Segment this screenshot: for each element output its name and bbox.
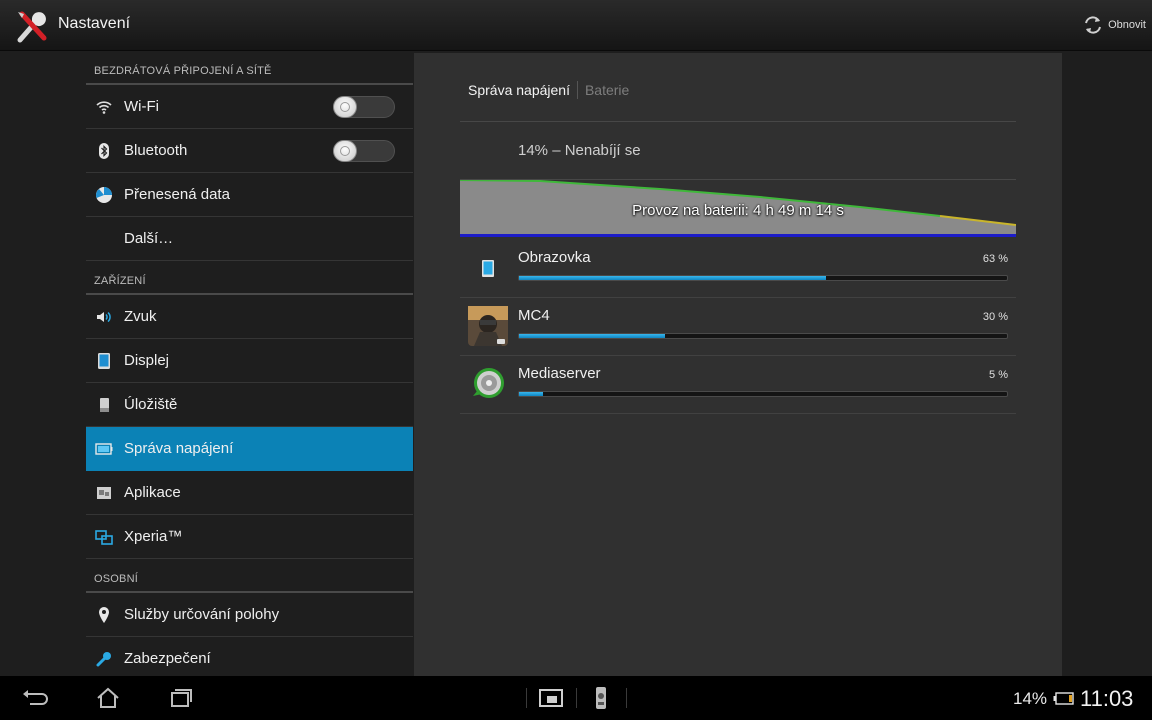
usage-bar-fill [519, 392, 544, 396]
settings-item-label: Bluetooth [124, 142, 188, 159]
section-header-personal: OSOBNÍ [86, 559, 413, 593]
home-icon [97, 687, 119, 708]
xperia-icon [95, 530, 113, 545]
settings-item-label: Správa napájení [124, 440, 234, 457]
usage-row-mc4[interactable]: MC4 30 % [460, 298, 1016, 356]
remote-control-icon [596, 687, 606, 709]
nav-divider [526, 688, 527, 708]
recent-apps-button[interactable] [160, 684, 200, 712]
settings-item-storage[interactable]: Úložiště [86, 383, 413, 427]
speaker-icon [97, 311, 111, 323]
toggle-knob [333, 140, 357, 162]
back-icon [23, 690, 48, 705]
tools-icon[interactable] [14, 8, 50, 44]
wifi-icon [96, 101, 112, 114]
settings-item-label: Zvuk [124, 308, 157, 325]
location-pin-icon [99, 607, 109, 623]
app-title: Nastavení [58, 15, 131, 32]
usage-row-screen[interactable]: Obrazovka 63 % [460, 240, 1016, 298]
usage-bar [518, 333, 1008, 339]
status-battery-percent: 14% [1013, 689, 1048, 708]
navigation-bar: 14% 11:03 [0, 676, 1152, 720]
settings-item-label: Služby určování polohy [124, 606, 280, 623]
usage-bar [518, 391, 1008, 397]
usage-bar [518, 275, 1008, 281]
settings-item-apps[interactable]: Aplikace [86, 471, 413, 515]
tab-battery[interactable]: Baterie [585, 82, 629, 98]
display-icon [98, 353, 110, 369]
settings-item-label: Přenesená data [124, 186, 230, 203]
usage-name: Obrazovka [518, 249, 591, 266]
settings-content: BEZDRÁTOVÁ PŘIPOJENÍ A SÍTĚ Wi-Fi Blueto… [0, 51, 1152, 676]
power-management-panel: Správa napájení Baterie 14% – Nenabíjí s… [414, 53, 1062, 676]
settings-item-label: Zabezpečení [124, 650, 211, 667]
battery-icon [95, 443, 113, 455]
small-app-window-icon [539, 689, 563, 707]
usage-name: MC4 [518, 307, 550, 324]
settings-item-label: Displej [124, 352, 170, 369]
back-button[interactable] [16, 684, 56, 712]
nav-divider [576, 688, 577, 708]
remote-control-button[interactable] [581, 684, 621, 712]
home-button[interactable] [88, 684, 128, 712]
settings-item-sound[interactable]: Zvuk [86, 295, 413, 339]
tab-power-management[interactable]: Správa napájení [468, 82, 570, 98]
settings-item-label: Úložiště [124, 396, 178, 413]
bluetooth-icon [99, 143, 109, 159]
section-header-device: ZAŘÍZENÍ [86, 261, 413, 295]
usage-bar-fill [519, 334, 666, 338]
settings-item-power-management[interactable]: Správa napájení [86, 427, 413, 471]
settings-item-label: Aplikace [124, 484, 181, 501]
settings-item-label: Wi-Fi [124, 98, 159, 115]
data-usage-icon [96, 187, 112, 203]
settings-list: BEZDRÁTOVÁ PŘIPOJENÍ A SÍTĚ Wi-Fi Blueto… [86, 51, 413, 676]
recent-apps-icon [171, 689, 192, 707]
action-bar: Nastavení Obnovit [0, 0, 1152, 51]
status-battery-icon [1053, 692, 1074, 705]
storage-icon [100, 398, 109, 412]
security-icon [96, 652, 111, 667]
small-apps-button[interactable] [531, 684, 571, 712]
nav-divider [626, 688, 627, 708]
settings-item-display[interactable]: Displej [86, 339, 413, 383]
usage-row-mediaserver[interactable]: Mediaserver 5 % [460, 356, 1016, 414]
settings-item-data-usage[interactable]: Přenesená data [86, 173, 413, 217]
mc4-game-icon [468, 306, 508, 346]
refresh-label: Obnovit [1108, 19, 1146, 31]
detail-tabs: Správa napájení Baterie [468, 81, 629, 99]
mediaserver-icon [473, 368, 504, 398]
screen-icon [482, 260, 494, 277]
settings-item-security[interactable]: Zabezpečení [86, 637, 413, 676]
settings-item-location[interactable]: Služby určování polohy [86, 593, 413, 637]
toggle-knob [333, 96, 357, 118]
settings-item-wifi[interactable]: Wi-Fi [86, 85, 413, 129]
battery-runtime-label: Provoz na baterii: 4 h 49 m 14 s [632, 202, 844, 219]
settings-item-label: Další… [124, 230, 174, 247]
apps-icon [97, 487, 111, 499]
battery-graph[interactable]: Provoz na baterii: 4 h 49 m 14 s [459, 179, 1017, 240]
section-header-wireless: BEZDRÁTOVÁ PŘIPOJENÍ A SÍTĚ [86, 51, 413, 85]
refresh-button[interactable]: Obnovit [1082, 12, 1146, 38]
usage-percent: 30 % [982, 311, 1008, 323]
bluetooth-toggle[interactable] [333, 140, 395, 162]
divider [460, 121, 1016, 122]
settings-item-bluetooth[interactable]: Bluetooth [86, 129, 413, 173]
usage-percent: 63 % [982, 253, 1008, 265]
settings-item-xperia[interactable]: Xperia™ [86, 515, 413, 559]
settings-item-more[interactable]: Další… [86, 217, 413, 261]
usage-name: Mediaserver [518, 365, 601, 382]
wifi-toggle[interactable] [333, 96, 395, 118]
battery-status: 14% – Nenabíjí se [518, 142, 641, 159]
usage-percent: 5 % [989, 369, 1008, 381]
status-clock: 11:03 [1080, 686, 1134, 711]
usage-bar-fill [519, 276, 827, 280]
settings-item-label: Xperia™ [124, 528, 183, 545]
refresh-icon [1085, 16, 1102, 34]
tab-divider [576, 81, 578, 99]
